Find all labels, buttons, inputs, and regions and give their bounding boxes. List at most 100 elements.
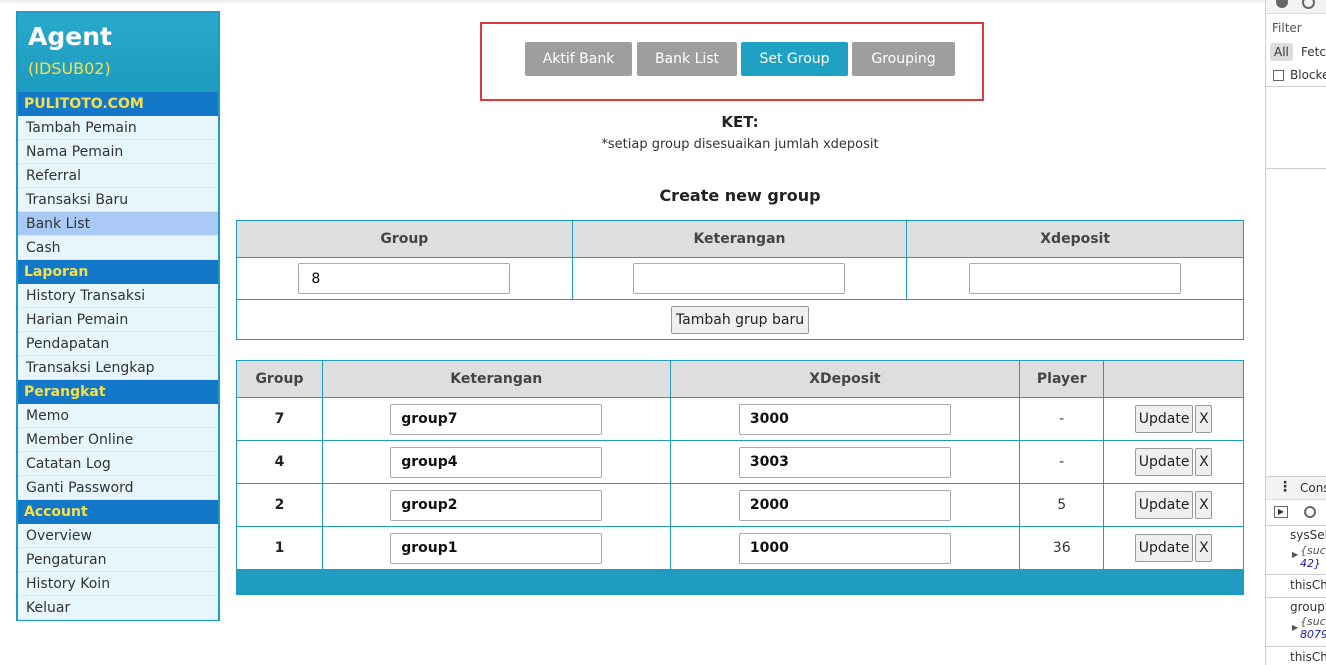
console-log-value: 42} — [1300, 557, 1321, 570]
header-group: Group — [236, 360, 323, 398]
sidebar-toggle-icon[interactable]: ▶ — [1274, 506, 1288, 518]
header-xdeposit: Xdeposit — [906, 220, 1244, 258]
filter-chip-all[interactable]: All — [1270, 43, 1293, 61]
player-count: 5 — [1019, 483, 1105, 527]
groups-table: Group Keterangan XDeposit Player 7 - Upd… — [236, 360, 1244, 570]
expand-icon[interactable]: ▶ — [1292, 550, 1298, 559]
keterangan-input[interactable] — [390, 532, 603, 564]
sidebar-item-memo[interactable]: Memo — [18, 404, 218, 428]
sidebar-item-pendapatan[interactable]: Pendapatan — [18, 332, 218, 356]
more-icon[interactable]: ⋮ — [1278, 479, 1292, 495]
console-log-object: {suc — [1300, 615, 1326, 628]
agent-title: Agent — [28, 22, 112, 51]
update-button[interactable]: Update — [1134, 534, 1194, 562]
record-icon[interactable] — [1276, 0, 1288, 8]
sidebar-item-transaksi-baru[interactable]: Transaksi Baru — [18, 188, 218, 212]
console-log: sysSel — [1290, 528, 1326, 542]
sidebar-item-nama-pemain[interactable]: Nama Pemain — [18, 140, 218, 164]
new-keterangan-input[interactable] — [633, 263, 846, 294]
expand-icon[interactable]: ▶ — [1292, 623, 1298, 632]
top-shadow — [0, 0, 1265, 4]
filter-chip-fetch[interactable]: Fetch — [1297, 43, 1326, 61]
keterangan-cell — [321, 440, 671, 484]
tab-console[interactable]: Console — [1300, 481, 1326, 495]
sidebar-item-ganti-password[interactable]: Ganti Password — [18, 476, 218, 500]
set-group-button[interactable]: Set Group — [741, 42, 848, 76]
delete-button[interactable]: X — [1195, 491, 1213, 519]
xdeposit-cell — [669, 397, 1021, 441]
console-log: thisCh — [1290, 650, 1326, 664]
actions-cell: Update X — [1103, 483, 1244, 527]
grouping-button[interactable]: Grouping — [852, 42, 955, 76]
header-keterangan: Keterangan — [571, 220, 908, 258]
console-tab-bar: ⋮ Console — [1266, 476, 1326, 500]
divider — [1266, 574, 1326, 575]
section-header-perangkat: Perangkat — [18, 380, 218, 404]
console-log-object: {suc — [1300, 544, 1326, 557]
table-row: 7 - UpdateX — [236, 397, 1244, 441]
table-row: 1 36 UpdateX — [236, 526, 1244, 570]
xdeposit-input[interactable] — [738, 532, 951, 564]
sidebar-item-transaksi-lengkap[interactable]: Transaksi Lengkap — [18, 356, 218, 380]
create-group-title: Create new group — [659, 186, 821, 205]
keterangan-input[interactable] — [390, 489, 603, 521]
bank-list-button[interactable]: Bank List — [637, 42, 737, 76]
player-count: 36 — [1019, 526, 1105, 570]
devtools-panel: Filter All Fetch Blocked ⋮ Console ▶ sys… — [1265, 0, 1326, 665]
delete-button[interactable]: X — [1195, 534, 1213, 562]
cell-add-button: Tambah grup baru — [236, 299, 1244, 340]
sidebar-item-keluar[interactable]: Keluar — [18, 596, 218, 620]
ket-title: KET: — [721, 113, 759, 131]
cell-group-input — [236, 257, 573, 300]
sidebar-item-overview[interactable]: Overview — [18, 524, 218, 548]
blocked-checkbox[interactable] — [1273, 70, 1284, 81]
sidebar-item-cash[interactable]: Cash — [18, 236, 218, 260]
player-count: - — [1019, 397, 1105, 441]
sidebar-item-harian-pemain[interactable]: Harian Pemain — [18, 308, 218, 332]
actions-cell: Update X — [1103, 440, 1244, 484]
aktif-bank-button[interactable]: Aktif Bank — [525, 42, 632, 76]
section-header-account: Account — [18, 500, 218, 524]
keterangan-input[interactable] — [390, 403, 603, 435]
console-log: thisCh — [1290, 578, 1326, 592]
clear-console-icon[interactable] — [1304, 506, 1316, 518]
xdeposit-cell — [669, 526, 1021, 570]
sidebar-item-catatan-log[interactable]: Catatan Log — [18, 452, 218, 476]
filter-label[interactable]: Filter — [1272, 21, 1302, 35]
divider — [1266, 168, 1326, 169]
xdeposit-input[interactable] — [738, 446, 951, 478]
delete-button[interactable]: X — [1195, 405, 1213, 433]
sidebar-item-member-online[interactable]: Member Online — [18, 428, 218, 452]
console-log-value: 8079 — [1300, 628, 1326, 641]
group-number: 1 — [236, 526, 323, 570]
sidebar-item-tambah-pemain[interactable]: Tambah Pemain — [18, 116, 218, 140]
sidebar: Agent (IDSUB02) PULITOTO.COM Tambah Pema… — [16, 11, 220, 621]
console-log: groupS — [1290, 600, 1326, 614]
add-group-button[interactable]: Tambah grup baru — [670, 305, 810, 334]
sidebar-item-bank-list[interactable]: Bank List — [18, 212, 218, 236]
update-button[interactable]: Update — [1134, 405, 1194, 433]
xdeposit-input[interactable] — [738, 403, 951, 435]
delete-button[interactable]: X — [1195, 448, 1213, 476]
header-actions — [1103, 360, 1244, 398]
group-number: 4 — [236, 440, 323, 484]
table-row: 4 - UpdateX — [236, 440, 1244, 484]
xdeposit-cell — [669, 483, 1021, 527]
cell-xdeposit-input — [906, 257, 1244, 300]
sidebar-item-history-transaksi[interactable]: History Transaksi — [18, 284, 218, 308]
update-button[interactable]: Update — [1134, 448, 1194, 476]
new-xdeposit-input[interactable] — [969, 263, 1182, 294]
xdeposit-cell — [669, 440, 1021, 484]
sidebar-item-pengaturan[interactable]: Pengaturan — [18, 548, 218, 572]
sidebar-item-history-koin[interactable]: History Koin — [18, 572, 218, 596]
table-footer-bar — [236, 569, 1244, 595]
sidebar-item-referral[interactable]: Referral — [18, 164, 218, 188]
update-button[interactable]: Update — [1134, 491, 1194, 519]
ket-note: *setiap group disesuaikan jumlah xdeposi… — [601, 137, 879, 152]
header-group: Group — [236, 220, 573, 258]
new-group-input[interactable] — [298, 263, 511, 294]
xdeposit-input[interactable] — [738, 489, 951, 521]
keterangan-input[interactable] — [390, 446, 603, 478]
clear-icon[interactable] — [1302, 0, 1315, 9]
divider — [1266, 525, 1326, 526]
